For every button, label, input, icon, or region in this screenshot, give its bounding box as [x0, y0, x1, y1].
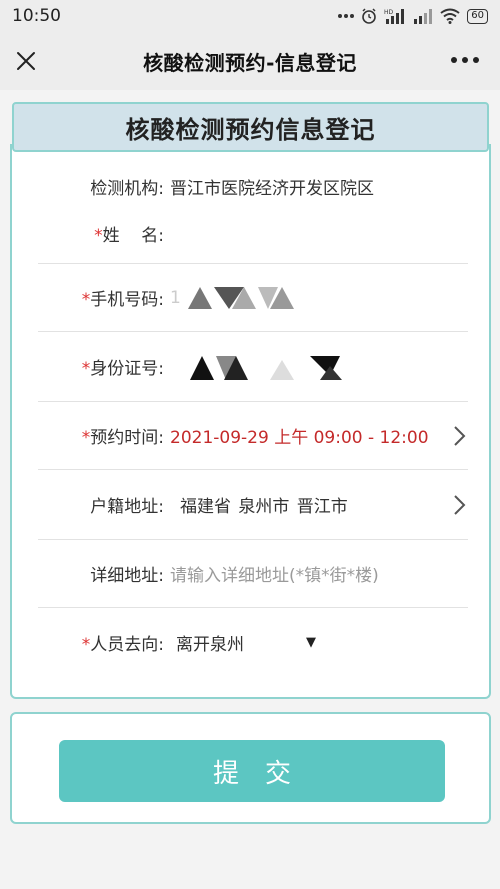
more-dots-icon: [338, 14, 355, 18]
status-time: 10:50: [12, 6, 61, 26]
more-icon[interactable]: [450, 50, 480, 70]
page-title: 核酸检测预约-信息登记: [143, 50, 357, 75]
submit-button[interactable]: 提交: [59, 740, 445, 802]
address-input[interactable]: 请输入详细地址(*镇*街*楼): [170, 561, 379, 586]
redaction-mark: [188, 286, 295, 309]
household-value[interactable]: 福建省 泉州市 晋江市: [180, 492, 348, 517]
institution-label: 检测机构:: [90, 178, 164, 199]
status-bar: 10:50 HD 60: [0, 0, 500, 32]
id-input[interactable]: [170, 352, 350, 382]
nav-bar: 核酸检测预约-信息登记: [0, 32, 500, 90]
name-label-text: 姓 名:: [102, 226, 164, 246]
close-icon[interactable]: [14, 49, 38, 73]
form-header: 核酸检测预约信息登记: [12, 102, 489, 152]
chevron-right-icon[interactable]: [452, 494, 466, 516]
destination-label: *人员去向:: [38, 630, 164, 655]
institution-value: 晋江市医院经济开发区院区: [170, 178, 374, 199]
status-icons: HD 60: [338, 8, 488, 24]
phone-value: 1: [170, 287, 181, 308]
destination-select[interactable]: 离开泉州: [176, 630, 244, 655]
phone-label: *手机号码:: [38, 285, 164, 310]
name-label: *姓 名:: [38, 221, 164, 246]
required-mark: *: [81, 634, 91, 655]
id-row[interactable]: *身份证号:: [38, 332, 468, 402]
required-mark: *: [81, 290, 91, 310]
required-mark: *: [81, 428, 91, 448]
household-label: 户籍地址:: [90, 497, 164, 517]
signal-2-icon: [414, 9, 433, 24]
address-label: 详细地址:: [90, 566, 164, 586]
required-mark: *: [94, 226, 103, 246]
appointment-label: *预约时间:: [38, 423, 164, 448]
destination-row[interactable]: *人员去向: 离开泉州 ▼: [38, 608, 468, 676]
household-row[interactable]: 户籍地址: 福建省 泉州市 晋江市: [38, 470, 468, 540]
submit-card: 提交: [10, 712, 491, 824]
battery-icon: 60: [467, 8, 488, 24]
svg-text:HD: HD: [384, 9, 394, 16]
wifi-icon: [440, 8, 460, 24]
id-label-text: 身份证号:: [90, 359, 164, 379]
redaction-mark: [190, 355, 342, 380]
chevron-right-icon[interactable]: [452, 425, 466, 447]
name-row[interactable]: *姓 名:: [38, 214, 468, 264]
required-mark: *: [81, 359, 91, 379]
phone-row[interactable]: *手机号码: 1: [38, 264, 468, 332]
signal-icon: HD: [384, 9, 405, 24]
appointment-label-text: 预约时间:: [90, 428, 164, 448]
address-row[interactable]: 详细地址: 请输入详细地址(*镇*街*楼): [38, 540, 468, 608]
phone-input[interactable]: 1: [170, 285, 296, 311]
appointment-value[interactable]: 2021-09-29 上午 09:00 - 12:00: [170, 423, 429, 448]
destination-label-text: 人员去向:: [90, 634, 164, 655]
dropdown-caret-icon[interactable]: ▼: [306, 635, 316, 650]
institution-row: 检测机构: 晋江市医院经济开发区院区: [38, 174, 468, 199]
id-label: *身份证号:: [38, 354, 164, 379]
alarm-icon: [362, 8, 377, 24]
phone-label-text: 手机号码:: [90, 290, 164, 310]
appointment-row[interactable]: *预约时间: 2021-09-29 上午 09:00 - 12:00: [38, 402, 468, 470]
form-header-title: 核酸检测预约信息登记: [125, 115, 376, 144]
form-card: 检测机构: 晋江市医院经济开发区院区 *姓 名: *手机号码: 1 *身份证号:: [10, 144, 491, 699]
